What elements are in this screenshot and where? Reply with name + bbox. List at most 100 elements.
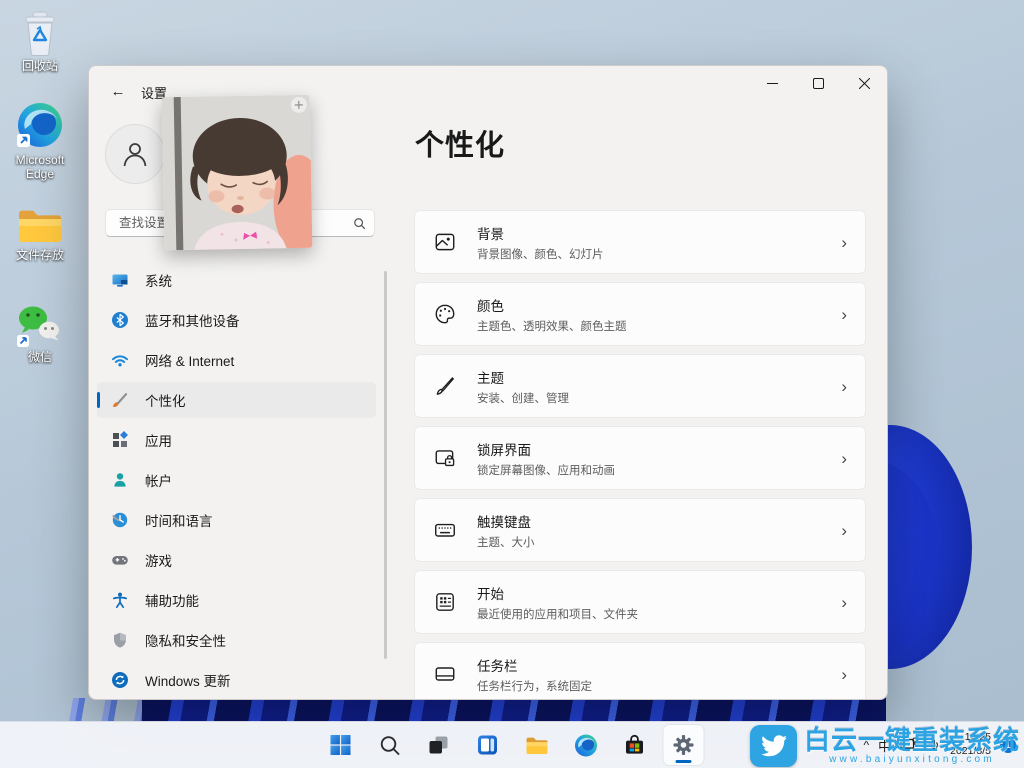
nav-label: 网络 & Internet — [145, 354, 235, 369]
desktop: 回收站 Microsoft Edge 文件存放 微信 ← 设置 查找设置 系统 … — [0, 0, 1024, 768]
taskbar-search-button[interactable] — [370, 725, 410, 765]
nav-item-bluetooth-devices[interactable]: 蓝牙和其他设备 — [97, 302, 376, 338]
chevron-right-icon: › — [841, 376, 847, 396]
desktop-icon-file-storage[interactable]: 文件存放 — [1, 203, 79, 263]
taskbar-icon — [433, 662, 457, 686]
page-title: 个性化 — [415, 130, 506, 162]
card-touch-keyboard[interactable]: 触摸键盘 主题、大小 › — [414, 498, 866, 562]
file-explorer-button[interactable] — [517, 725, 557, 765]
card-subtitle: 锁定屏幕图像、应用和动画 — [477, 464, 615, 477]
card-subtitle: 最近使用的应用和项目、文件夹 — [477, 608, 638, 621]
wallpaper-bloom-strip-light — [64, 698, 142, 722]
nav-scrollbar[interactable] — [384, 271, 387, 659]
desktop-icon-wechat[interactable]: 微信 — [1, 303, 79, 365]
nav-label: 应用 — [145, 434, 172, 449]
ime-indicator[interactable]: 中 — [878, 736, 891, 755]
keyboard-icon — [433, 518, 457, 542]
nav-label: 辅助功能 — [145, 594, 199, 609]
hidden-icons-chevron[interactable]: ^ — [863, 738, 869, 752]
shield-icon — [111, 631, 129, 649]
system-icon — [111, 271, 129, 289]
desktop-icon-label: Microsoft Edge — [15, 153, 65, 181]
card-title: 主题 — [477, 370, 504, 386]
chevron-right-icon: › — [841, 304, 847, 324]
accessibility-icon — [111, 591, 129, 609]
nav-item-gaming[interactable]: 游戏 — [97, 542, 376, 578]
card-title: 触摸键盘 — [477, 514, 531, 530]
active-app-indicator — [675, 760, 692, 763]
widgets-button[interactable] — [468, 725, 508, 765]
search-icon — [354, 217, 366, 229]
back-button[interactable]: ← — [103, 78, 133, 104]
gamepad-icon — [111, 551, 129, 569]
taskbar: ^ 中 14:25 2021/8/5 1 — [0, 721, 1024, 768]
system-tray: ^ 中 14:25 2021/8/5 1 — [863, 722, 1016, 768]
settings-nav: 系统 蓝牙和其他设备 网络 & Internet 个性化 应用 帐户 时间和语言… — [97, 262, 376, 699]
update-icon — [111, 671, 129, 689]
notification-badge[interactable]: 1 — [1000, 737, 1016, 753]
settings-button[interactable] — [663, 725, 704, 765]
nav-item-personalization[interactable]: 个性化 — [97, 382, 376, 418]
bluetooth-icon — [111, 311, 129, 329]
desktop-icon-label: 回收站 — [21, 59, 58, 73]
card-title: 背景 — [477, 226, 504, 242]
palette-icon — [433, 302, 457, 326]
gear-icon — [673, 735, 694, 755]
nav-item-windows-update[interactable]: Windows 更新 — [97, 662, 376, 698]
network-icon[interactable] — [900, 737, 918, 753]
card-subtitle: 背景图像、颜色、幻灯片 — [477, 248, 604, 261]
recycle-bin-icon — [1, 8, 79, 58]
card-colors[interactable]: 颜色 主题色、透明效果、颜色主题 › — [414, 282, 866, 346]
background-image-icon — [433, 230, 457, 254]
desktop-icon-edge[interactable]: Microsoft Edge — [1, 100, 79, 182]
nav-item-system[interactable]: 系统 — [97, 262, 376, 298]
nav-item-apps[interactable]: 应用 — [97, 422, 376, 458]
store-icon — [626, 734, 643, 754]
wallpaper-bloom-petal — [800, 385, 1024, 675]
lock-screen-icon — [433, 446, 457, 470]
card-title: 开始 — [477, 586, 504, 602]
card-taskbar[interactable]: 任务栏 任务栏行为，系统固定 › — [414, 642, 866, 699]
personalization-brush-icon — [111, 391, 129, 409]
nav-item-privacy-security[interactable]: 隐私和安全性 — [97, 622, 376, 658]
chevron-right-icon: › — [841, 592, 847, 612]
nav-item-accounts[interactable]: 帐户 — [97, 462, 376, 498]
chevron-right-icon: › — [841, 664, 847, 684]
card-title: 颜色 — [477, 298, 504, 314]
volume-icon[interactable] — [927, 738, 941, 752]
chevron-right-icon: › — [841, 520, 847, 540]
edge-button[interactable] — [566, 725, 606, 765]
nav-label: Windows 更新 — [145, 674, 231, 689]
file-explorer-icon — [526, 737, 547, 754]
card-subtitle: 任务栏行为，系统固定 — [477, 680, 592, 693]
card-title: 任务栏 — [477, 658, 518, 674]
nav-item-network-internet[interactable]: 网络 & Internet — [97, 342, 376, 378]
tray-time: 14:25 — [964, 731, 991, 744]
card-title: 锁屏界面 — [477, 442, 531, 458]
card-background[interactable]: 背景 背景图像、颜色、幻灯片 › — [414, 210, 866, 274]
microsoft-store-button[interactable] — [615, 725, 655, 765]
apps-icon — [111, 431, 129, 449]
nav-label: 系统 — [145, 274, 172, 289]
clock-icon — [111, 511, 129, 529]
task-view-icon — [429, 736, 448, 754]
chevron-right-icon: › — [841, 232, 847, 252]
card-lock-screen[interactable]: 锁屏界面 锁定屏幕图像、应用和动画 › — [414, 426, 866, 490]
widgets-icon — [478, 735, 497, 755]
taskbar-center-icons — [321, 725, 704, 765]
card-start[interactable]: 开始 最近使用的应用和项目、文件夹 › — [414, 570, 866, 634]
chevron-right-icon: › — [841, 448, 847, 468]
start-button[interactable] — [321, 725, 361, 765]
nav-item-time-language[interactable]: 时间和语言 — [97, 502, 376, 538]
desktop-icon-recycle-bin[interactable]: 回收站 — [1, 8, 79, 74]
task-view-button[interactable] — [419, 725, 459, 765]
user-avatar[interactable] — [105, 124, 165, 184]
nav-label: 蓝牙和其他设备 — [145, 314, 240, 329]
nav-label: 个性化 — [145, 394, 186, 409]
personalization-page: 个性化 背景 背景图像、颜色、幻灯片 › 颜色 主题色、透明效果、颜色主题 › … — [414, 66, 866, 699]
windows-logo-icon — [330, 735, 351, 755]
wechat-icon — [1, 303, 79, 349]
clock[interactable]: 14:25 2021/8/5 — [950, 731, 991, 758]
card-themes[interactable]: 主题 安装、创建、管理 › — [414, 354, 866, 418]
nav-item-accessibility[interactable]: 辅助功能 — [97, 582, 376, 618]
